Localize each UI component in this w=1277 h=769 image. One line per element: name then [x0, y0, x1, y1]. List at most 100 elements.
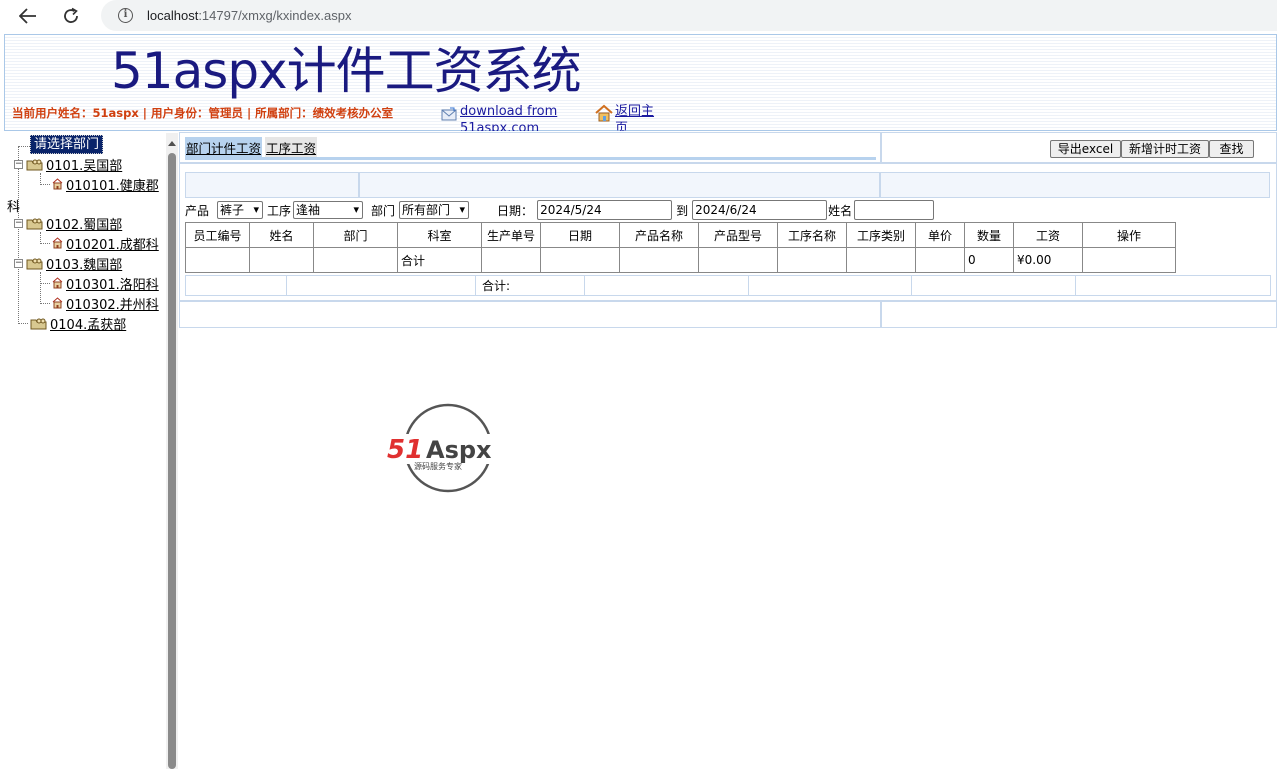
logo-brand-b: Aspx [426, 436, 492, 464]
summary-label: 合计: [475, 275, 585, 296]
col-process-type: 工序类别 [846, 222, 916, 248]
tab-dept-piece-wage[interactable]: 部门计件工资 [185, 137, 263, 158]
col-product-model: 产品型号 [698, 222, 778, 248]
tree-node-0104[interactable]: 0104.孟获部 [18, 314, 126, 333]
tree-label[interactable]: 0104.孟获部 [50, 314, 126, 333]
download-link-block: download from 51aspx.com [441, 103, 571, 131]
tree-node-010301[interactable]: 010301.洛阳科 [40, 274, 159, 293]
collapse-icon[interactable]: − [14, 159, 23, 169]
tab-underline [185, 157, 876, 160]
logo-brand-a: 51 [387, 435, 423, 465]
tree-line [40, 282, 50, 284]
office-icon [52, 237, 63, 249]
col-action: 操作 [1082, 222, 1176, 248]
cell [915, 247, 965, 273]
department-select[interactable]: 所有部门 [399, 201, 470, 219]
name-input[interactable] [854, 200, 935, 220]
col-product-name: 产品名称 [619, 222, 699, 248]
tree-label[interactable]: 010301.洛阳科 [66, 274, 159, 293]
home-link-block: 返回主页 [594, 103, 664, 131]
cell [619, 247, 699, 273]
tree-node-0102[interactable]: − 0102.蜀国部 [14, 214, 122, 233]
group-folder-icon [30, 317, 47, 330]
add-hourly-wage-button[interactable]: 新增计时工资 [1121, 140, 1209, 158]
blank-cell [880, 172, 1270, 198]
back-arrow-icon[interactable] [15, 4, 41, 28]
tree-node-010302[interactable]: 010302.并州科 [40, 294, 159, 313]
reload-icon[interactable] [58, 4, 84, 28]
office-icon [52, 178, 63, 190]
date-from-input[interactable]: 2024/5/24 [537, 200, 673, 220]
address-bar[interactable]: i localhost:14797/xmxg/kxindex.aspx [101, 0, 1277, 31]
col-date: 日期 [540, 222, 620, 248]
col-quantity: 数量 [964, 222, 1014, 248]
home-icon [594, 103, 614, 123]
summary-cell [584, 275, 749, 296]
tree-wrapped-text: 科 [7, 200, 21, 215]
info-icon[interactable]: i [118, 8, 133, 23]
cell [481, 247, 541, 273]
total-quantity-cell: 0 [964, 247, 1014, 273]
cell [698, 247, 778, 273]
tab-process-wage[interactable]: 工序工资 [265, 137, 318, 158]
footer-panel-right [881, 301, 1277, 328]
group-folder-icon [26, 217, 43, 230]
date-to-input[interactable]: 2024/6/24 [692, 200, 828, 220]
tree-node-0101[interactable]: − 0101.吴国部 [14, 155, 122, 174]
tree-root[interactable]: 请选择部门 [30, 134, 104, 154]
col-employee-id: 员工编号 [185, 222, 250, 248]
tree-node-010101[interactable]: 010101.健康郡 [40, 175, 159, 194]
home-link[interactable]: 返回主页 [615, 103, 664, 131]
table-row: 合计 0 ¥0.00 [185, 247, 1176, 273]
tree-label[interactable]: 010201.成都科 [66, 234, 159, 253]
group-folder-icon [26, 158, 43, 171]
col-order-no: 生产单号 [481, 222, 541, 248]
collapse-icon[interactable]: − [14, 218, 23, 228]
tree-label[interactable]: 0101.吴国部 [46, 155, 122, 174]
logo-tagline: 源码服务专家 [414, 461, 462, 471]
product-label: 产品 [185, 203, 210, 218]
tree-scrollbar[interactable] [166, 133, 178, 769]
tree-line [18, 146, 30, 147]
filter-row: 产品 裤子 工序 逢袖 部门 所有部门 日期： 2024/5/24 到 2024… [185, 200, 935, 220]
total-wage-cell: ¥0.00 [1013, 247, 1083, 273]
tree-line [18, 322, 28, 324]
blank-cell [359, 172, 880, 198]
footer-panel-left [179, 301, 881, 328]
search-button[interactable]: 查找 [1209, 140, 1254, 158]
url-text[interactable]: localhost:14797/xmxg/kxindex.aspx [147, 8, 352, 23]
department-tree: 请选择部门 − 0101.吴国部 010101.健康郡 科 − 0102.蜀国部… [4, 133, 166, 769]
tree-node-010201[interactable]: 010201.成都科 [40, 234, 159, 253]
cell [313, 247, 398, 273]
tree-line [40, 183, 50, 185]
date-label: 日期： [497, 203, 534, 218]
tree-root-label[interactable]: 请选择部门 [30, 134, 104, 154]
table-header-row: 员工编号 姓名 部门 科室 生产单号 日期 产品名称 产品型号 工序名称 工序类… [185, 222, 1176, 248]
to-label: 到 [676, 203, 689, 218]
process-select[interactable]: 逢袖 [293, 201, 364, 219]
summary-cell [911, 275, 1076, 296]
wage-table: 员工编号 姓名 部门 科室 生产单号 日期 产品名称 产品型号 工序名称 工序类… [185, 222, 1176, 273]
tab-strip: 部门计件工资 工序工资 [185, 137, 320, 158]
envelope-icon [441, 107, 457, 121]
summary-cell [286, 275, 476, 296]
tree-label[interactable]: 0102.蜀国部 [46, 214, 122, 233]
scroll-up-arrow-icon[interactable] [166, 137, 178, 147]
tree-node-0103[interactable]: − 0103.魏国部 [14, 254, 122, 273]
summary-row: 合计: [185, 275, 1271, 296]
process-label: 工序 [267, 203, 292, 218]
name-label: 姓名 [828, 203, 853, 218]
collapse-icon[interactable]: − [14, 258, 23, 268]
blank-cell [185, 172, 359, 198]
col-name: 姓名 [249, 222, 314, 248]
export-excel-button[interactable]: 导出excel [1050, 140, 1121, 158]
system-title: 51aspx计件工资系统 [111, 42, 582, 100]
col-department: 部门 [313, 222, 398, 248]
scrollbar-thumb[interactable] [168, 153, 176, 769]
tree-label[interactable]: 010302.并州科 [66, 294, 159, 313]
tree-label[interactable]: 0103.魏国部 [46, 254, 122, 273]
total-label-cell: 合计 [397, 247, 482, 273]
tree-label[interactable]: 010101.健康郡 [66, 175, 159, 194]
download-link[interactable]: download from 51aspx.com [460, 103, 571, 131]
product-select[interactable]: 裤子 [217, 201, 264, 219]
